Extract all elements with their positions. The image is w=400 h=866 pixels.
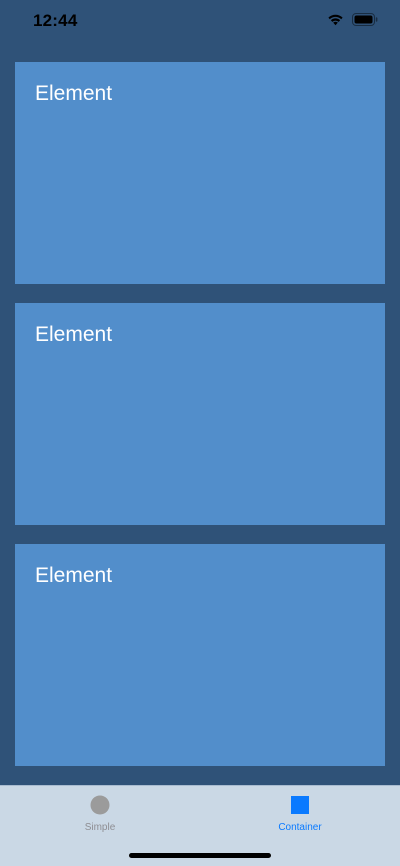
circle-icon <box>90 795 110 815</box>
tab-simple[interactable]: Simple <box>0 786 200 835</box>
square-icon <box>290 795 310 815</box>
home-indicator[interactable] <box>129 853 271 858</box>
element-card[interactable]: Element <box>15 544 385 766</box>
status-time: 12:44 <box>33 11 78 30</box>
status-icons <box>327 13 378 31</box>
wifi-icon <box>327 13 344 31</box>
battery-icon <box>352 13 378 31</box>
status-bar: 12:44 <box>0 0 400 44</box>
card-title: Element <box>35 323 113 346</box>
tab-container-label: Container <box>278 822 322 833</box>
tab-simple-label: Simple <box>84 822 116 833</box>
tab-container[interactable]: Container <box>200 786 400 835</box>
element-card[interactable]: Element <box>15 62 385 284</box>
card-title: Element <box>35 82 113 105</box>
element-card[interactable]: Element <box>15 303 385 525</box>
card-title: Element <box>35 564 113 587</box>
